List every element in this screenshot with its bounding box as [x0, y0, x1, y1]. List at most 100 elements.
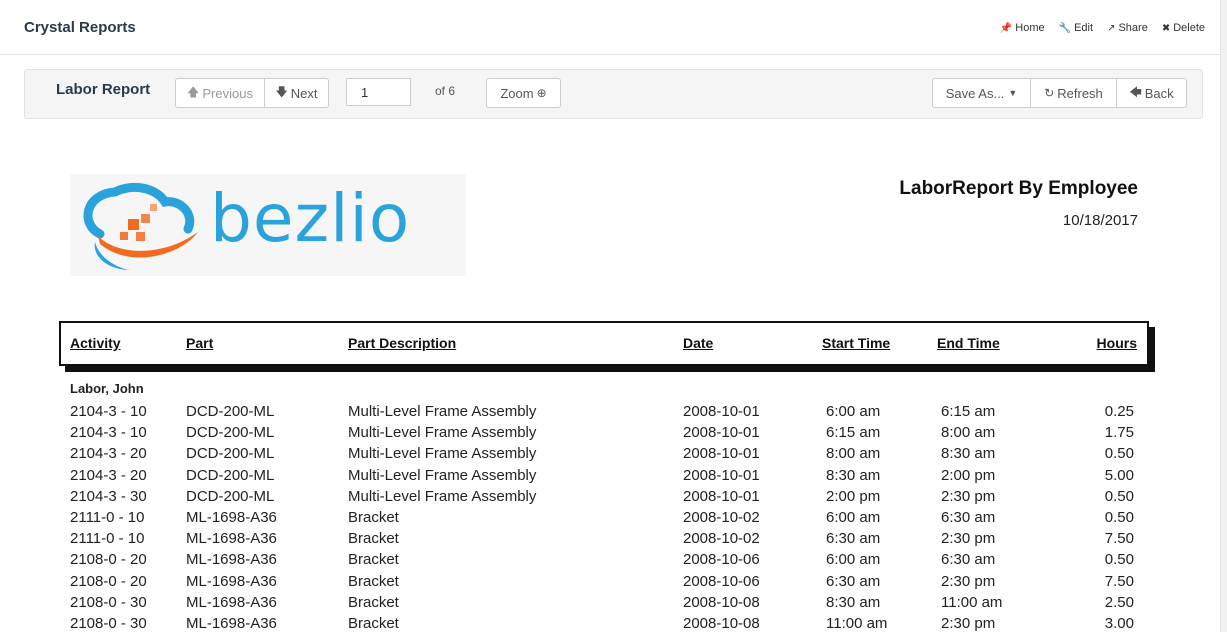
share-link[interactable]: ↗ Share [1107, 22, 1148, 34]
zoom-button[interactable]: Zoom ⊕ [486, 78, 561, 108]
delete-label: Delete [1173, 22, 1205, 34]
start-time-cell: 6:00 am [826, 551, 881, 569]
back-button[interactable]: 🡄 Back [1116, 78, 1187, 108]
home-link[interactable]: 📌 Home [1000, 22, 1045, 34]
activity-cell: 2111-0 - 10 [70, 530, 145, 548]
date-cell: 2008-10-01 [683, 445, 760, 463]
header-actions: 📌 Home 🔧 Edit ↗ Share ✖ Delete [986, 22, 1205, 34]
table-row: 2111-0 - 10 ML-1698-A36 Bracket 2008-10-02 6… [0, 530, 1221, 551]
report-date: 10/18/2017 [1062, 212, 1138, 229]
table-row: 2108-0 - 20 ML-1698-A36 Bracket 2008-10-06 6… [0, 573, 1221, 594]
delete-link[interactable]: ✖ Delete [1162, 22, 1205, 34]
activity-cell: 2104-3 - 10 [70, 403, 147, 420]
col-activity: Activity [70, 335, 121, 351]
activity-cell: 2108-0 - 30 [70, 614, 147, 632]
end-time-cell: 2:30 pm [941, 614, 996, 632]
activity-cell: 2104-3 - 10 [70, 424, 147, 442]
table-row: 2104-3 - 10 DCD-200-ML Multi-Level Frame A… [0, 403, 1221, 424]
report-rows: 2104-3 - 10 DCD-200-ML Multi-Level Frame A… [0, 403, 1221, 636]
start-time-cell: 8:00 am [826, 445, 881, 463]
save-as-dropdown[interactable]: Save As... ▼ [932, 78, 1031, 108]
arrow-left-icon: 🡄 [1129, 84, 1142, 99]
activity-cell: 2108-0 - 30 [70, 593, 147, 611]
col-description: Part Description [348, 335, 457, 351]
col-date: Date [683, 335, 714, 351]
description-cell: Bracket [348, 508, 399, 526]
col-part: Part [186, 335, 214, 351]
part-cell: ML-1698-A36 [186, 572, 277, 590]
report-toolbar: Labor Report 🡅 Previous 🡇 Next of 6 Zoom… [24, 69, 1203, 119]
previous-button[interactable]: 🡅 Previous [175, 78, 265, 108]
date-cell: 2008-10-08 [683, 614, 760, 632]
end-time-cell: 8:30 am [941, 445, 996, 463]
hours-cell: 0.50 [1104, 508, 1134, 526]
date-cell: 2008-10-02 [683, 530, 760, 548]
start-time-cell: 6:00 am [826, 403, 881, 420]
description-cell: Bracket [348, 572, 399, 590]
part-cell: ML-1698-A36 [186, 508, 277, 526]
start-time-cell: 6:00 am [826, 508, 881, 526]
page-scrollbar[interactable] [1220, 0, 1227, 632]
next-button[interactable]: 🡇 Next [264, 78, 329, 108]
report-title: LaborReport By Employee [899, 178, 1138, 199]
part-cell: DCD-200-ML [186, 466, 275, 484]
date-cell: 2008-10-01 [683, 424, 760, 442]
refresh-button[interactable]: ↻ Refresh [1030, 78, 1117, 108]
start-time-cell: 6:15 am [826, 424, 881, 442]
end-time-cell: 6:30 am [941, 551, 996, 569]
end-time-cell: 8:00 am [941, 424, 996, 442]
end-time-cell: 11:00 am [941, 593, 1003, 611]
previous-label: Previous [202, 85, 253, 101]
logo-mark-icon [83, 182, 198, 270]
table-row: 2108-0 - 30 ML-1698-A36 Bracket 2008-10-08 1… [0, 615, 1221, 636]
description-cell: Bracket [348, 530, 399, 548]
column-header: Activity Part Part Description Date Star… [59, 321, 1149, 366]
start-time-cell: 8:30 am [826, 593, 881, 611]
part-cell: ML-1698-A36 [186, 593, 277, 611]
company-logo: bezlio [70, 174, 466, 276]
page-number-input[interactable] [346, 78, 411, 106]
date-cell: 2008-10-06 [683, 551, 760, 569]
start-time-cell: 2:00 pm [826, 487, 881, 505]
description-cell: Multi-Level Frame Assembly [348, 403, 537, 420]
activity-cell: 2108-0 - 20 [70, 551, 147, 569]
share-icon: ↗ [1107, 22, 1116, 34]
description-cell: Bracket [348, 593, 399, 611]
part-cell: DCD-200-ML [186, 487, 275, 505]
report-name: Labor Report [56, 81, 151, 98]
part-cell: ML-1698-A36 [186, 614, 277, 632]
date-cell: 2008-10-08 [683, 593, 760, 611]
hours-cell: 0.50 [1104, 551, 1134, 569]
hours-cell: 5.00 [1104, 466, 1134, 484]
hours-cell: 3.00 [1104, 614, 1134, 632]
table-row: 2108-0 - 30 ML-1698-A36 Bracket 2008-10-08 8… [0, 594, 1221, 615]
save-as-label: Save As... [945, 85, 1005, 101]
edit-link[interactable]: 🔧 Edit [1059, 22, 1093, 34]
hours-cell: 1.75 [1104, 424, 1134, 442]
report-page: bezlio LaborReport By Employee 10/18/201… [0, 130, 1221, 632]
pin-icon: 📌 [999, 22, 1013, 34]
date-cell: 2008-10-02 [683, 508, 760, 526]
share-label: Share [1118, 22, 1148, 34]
description-cell: Bracket [348, 614, 399, 632]
part-cell: ML-1698-A36 [186, 530, 277, 548]
part-cell: ML-1698-A36 [186, 551, 277, 569]
part-cell: DCD-200-ML [186, 424, 275, 442]
date-cell: 2008-10-06 [683, 572, 760, 590]
start-time-cell: 6:30 am [826, 572, 881, 590]
activity-cell: 2104-3 - 20 [70, 466, 147, 484]
description-cell: Multi-Level Frame Assembly [348, 487, 537, 505]
part-cell: DCD-200-ML [186, 403, 275, 420]
hours-cell: 0.25 [1104, 403, 1134, 420]
description-cell: Multi-Level Frame Assembly [348, 466, 537, 484]
hours-cell: 7.50 [1104, 572, 1134, 590]
table-row: 2104-3 - 20 DCD-200-ML Multi-Level Frame A… [0, 445, 1221, 466]
activity-cell: 2108-0 - 20 [70, 572, 147, 590]
zoom-label: Zoom [500, 85, 534, 101]
activity-cell: 2104-3 - 30 [70, 487, 147, 505]
hours-cell: 0.50 [1104, 445, 1134, 463]
col-start-time: Start Time [822, 335, 891, 351]
hours-cell: 0.50 [1104, 487, 1134, 505]
arrow-up-icon: 🡅 [187, 84, 200, 99]
close-icon: ✖ [1161, 22, 1171, 34]
